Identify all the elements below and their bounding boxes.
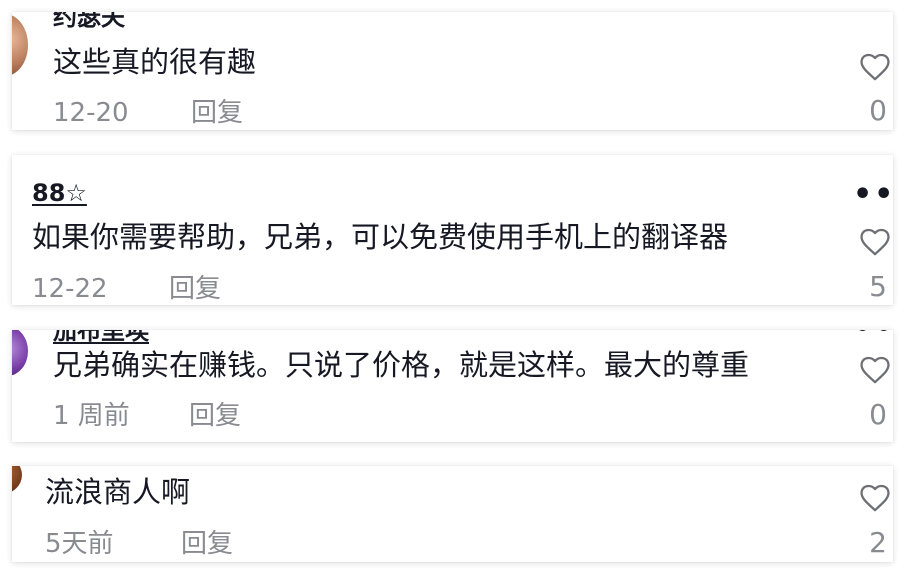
more-horizontal-icon[interactable]: •••: [853, 330, 893, 343]
like-count: 5: [869, 270, 887, 303]
comment-date: 12-22: [32, 274, 108, 304]
comment-card: 88☆ ••• 如果你需要帮助，兄弟，可以免费使用手机上的翻译器 12-22 回…: [12, 155, 893, 305]
comment-date: 5天前: [45, 529, 114, 559]
like-count: 0: [869, 398, 887, 431]
like-count: 2: [869, 526, 887, 559]
comment-card: 流浪商人啊 5天前 回复 2: [12, 466, 893, 562]
more-horizontal-icon[interactable]: •••: [853, 180, 893, 210]
user-avatar[interactable]: [12, 466, 22, 494]
reply-button[interactable]: 回复: [191, 97, 243, 129]
heart-outline-icon[interactable]: [857, 353, 893, 387]
user-avatar[interactable]: [12, 330, 28, 376]
comment-card: 加布里埃 ••• 兄弟确实在赚钱。只说了价格，就是这样。最大的尊重 1 周前 回…: [12, 330, 893, 442]
heart-outline-icon[interactable]: [857, 50, 893, 84]
reply-button[interactable]: 回复: [189, 400, 241, 432]
comment-date: 1 周前: [53, 401, 130, 431]
comment-username[interactable]: 约瑟夫: [53, 12, 125, 32]
comment-text: 这些真的很有趣: [53, 45, 257, 79]
comment-username[interactable]: 加布里埃: [53, 330, 149, 346]
comment-username[interactable]: 88☆: [32, 178, 87, 208]
heart-outline-icon[interactable]: [857, 481, 893, 515]
user-avatar[interactable]: [12, 14, 28, 76]
like-count: 0: [869, 94, 887, 127]
reply-button[interactable]: 回复: [169, 273, 221, 305]
heart-outline-icon[interactable]: [857, 225, 893, 259]
comment-text: 如果你需要帮助，兄弟，可以免费使用手机上的翻译器: [32, 220, 729, 254]
comment-text: 流浪商人啊: [45, 475, 191, 509]
comment-date: 12-20: [53, 98, 129, 128]
reply-button[interactable]: 回复: [181, 528, 233, 560]
comment-card: 约瑟夫 这些真的很有趣 12-20 回复 0: [12, 12, 893, 130]
comment-text: 兄弟确实在赚钱。只说了价格，就是这样。最大的尊重: [53, 348, 750, 382]
